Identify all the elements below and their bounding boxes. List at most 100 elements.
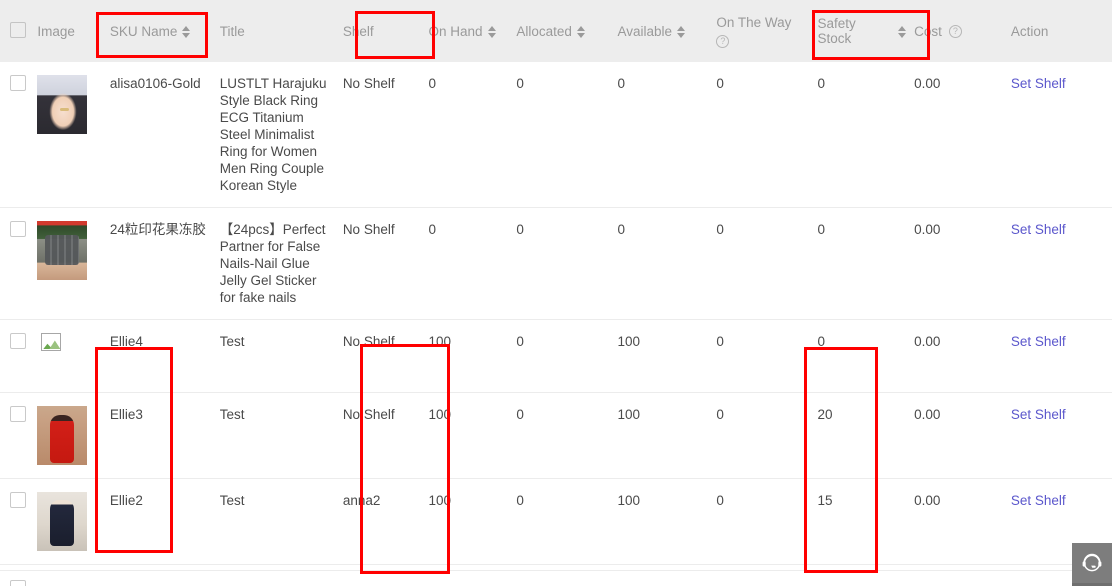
product-thumbnail[interactable]	[37, 221, 88, 280]
sort-icon-available[interactable]	[677, 26, 686, 38]
row-title: 【24pcs】Perfect Partner for False Nails-N…	[219, 207, 343, 320]
set-shelf-link[interactable]: Set Shelf	[1011, 493, 1066, 508]
column-header-allocated[interactable]: Allocated	[516, 0, 618, 62]
sort-icon-safety-stock[interactable]	[898, 26, 907, 38]
row-shelf: No Shelf	[342, 62, 429, 208]
row-available: 0	[617, 62, 717, 208]
row-safety-stock: 20	[817, 392, 915, 479]
row-allocated: 0	[516, 319, 618, 393]
table-row[interactable]: Ellie3 Test No Shelf 100 0 100 0 20 0.00…	[0, 392, 1112, 479]
sort-icon-allocated[interactable]	[576, 26, 585, 38]
column-header-sku-name[interactable]: SKU Name	[109, 0, 220, 62]
row-image-cell	[37, 392, 110, 479]
row-cost: 0.00	[914, 62, 1011, 208]
set-shelf-link[interactable]: Set Shelf	[1011, 222, 1066, 237]
row-select-cell	[0, 478, 38, 565]
table-row[interactable]: Ellie4 Test No Shelf 100 0 100 0 0 0.00 …	[0, 319, 1112, 393]
row-sku-name: Ellie2	[109, 478, 220, 565]
inventory-page: Image SKU Name Title Shelf On Hand Alloc…	[0, 0, 1112, 586]
sort-icon-sku-name[interactable]	[182, 26, 191, 38]
row-image-cell	[37, 478, 110, 565]
set-shelf-link[interactable]: Set Shelf	[1011, 334, 1066, 349]
column-header-available[interactable]: Available	[617, 0, 717, 62]
row-on-hand: 0	[428, 207, 517, 320]
row-image-cell	[37, 207, 110, 320]
row-checkbox[interactable]	[10, 221, 26, 237]
row-select-cell	[0, 319, 38, 393]
set-shelf-link[interactable]: Set Shelf	[1011, 407, 1066, 422]
row-allocated: 0	[516, 62, 618, 208]
row-checkbox[interactable]	[10, 406, 26, 422]
select-all-header	[0, 0, 38, 62]
row-on-hand: 100	[428, 478, 517, 565]
table-body: alisa0106-Gold LUSTLT Harajuku Style Bla…	[0, 62, 1112, 586]
row-select-cell	[0, 207, 38, 320]
row-cost: 0.00	[914, 478, 1011, 565]
row-checkbox[interactable]	[10, 75, 26, 91]
help-icon-cost[interactable]: ?	[948, 24, 962, 38]
row-on-hand: 100	[428, 392, 517, 479]
column-header-on-the-way: On The Way ?	[716, 0, 818, 62]
row-allocated: 0	[516, 392, 618, 479]
row-shelf: No Shelf	[342, 207, 429, 320]
row-title: Test	[219, 478, 343, 565]
row-available: 0	[617, 207, 717, 320]
next-row-checkbox[interactable]	[10, 580, 26, 586]
column-label-safety-stock: Safety Stock	[817, 16, 856, 46]
row-allocated: 0	[516, 207, 618, 320]
product-thumbnail[interactable]	[37, 492, 88, 551]
product-thumbnail[interactable]	[37, 75, 88, 134]
customer-support-button[interactable]	[1072, 543, 1112, 583]
column-label-cost: Cost	[914, 23, 942, 39]
help-icon-on-the-way[interactable]: ?	[716, 34, 730, 48]
row-on-the-way: 0	[716, 62, 818, 208]
table-row[interactable]: alisa0106-Gold LUSTLT Harajuku Style Bla…	[0, 62, 1112, 208]
column-header-safety-stock[interactable]: Safety Stock	[817, 0, 915, 62]
row-shelf: No Shelf	[342, 319, 429, 393]
headset-icon	[1082, 553, 1102, 572]
row-title: LUSTLT Harajuku Style Black Ring ECG Tit…	[219, 62, 343, 208]
row-safety-stock: 0	[817, 207, 915, 320]
column-label-on-the-way: On The Way	[716, 14, 792, 30]
row-select-cell	[0, 392, 38, 479]
row-on-the-way: 0	[716, 319, 818, 393]
row-checkbox[interactable]	[10, 333, 26, 349]
column-label-allocated: Allocated	[516, 23, 572, 39]
table-header: Image SKU Name Title Shelf On Hand Alloc…	[0, 0, 1112, 62]
next-row-divider	[0, 570, 1112, 586]
row-sku-name: Ellie3	[109, 392, 220, 479]
select-all-checkbox[interactable]	[10, 21, 26, 38]
column-label-image: Image	[37, 23, 75, 39]
column-header-cost: Cost ?	[914, 0, 1011, 62]
row-sku-name: 24粒印花果冻胶	[109, 207, 220, 320]
row-cost: 0.00	[914, 207, 1011, 320]
row-shelf: No Shelf	[342, 392, 429, 479]
row-title: Test	[219, 392, 343, 479]
row-allocated: 0	[516, 478, 618, 565]
table-row[interactable]: 24粒印花果冻胶 【24pcs】Perfect Partner for Fals…	[0, 207, 1112, 320]
row-safety-stock: 15	[817, 478, 915, 565]
table-row[interactable]: Ellie2 Test anna2 100 0 100 0 15 0.00 Se…	[0, 478, 1112, 565]
row-on-the-way: 0	[716, 207, 818, 320]
set-shelf-link[interactable]: Set Shelf	[1011, 76, 1066, 91]
row-action-cell: Set Shelf	[1010, 319, 1112, 393]
row-checkbox[interactable]	[10, 492, 26, 508]
column-header-shelf: Shelf	[342, 0, 429, 62]
row-on-the-way: 0	[716, 478, 818, 565]
inventory-table: Image SKU Name Title Shelf On Hand Alloc…	[0, 0, 1112, 586]
table-header-row: Image SKU Name Title Shelf On Hand Alloc…	[0, 0, 1112, 62]
row-on-hand: 100	[428, 319, 517, 393]
column-header-image: Image	[37, 0, 110, 62]
sort-icon-on-hand[interactable]	[487, 26, 496, 38]
row-action-cell: Set Shelf	[1010, 62, 1112, 208]
product-thumbnail[interactable]	[37, 406, 88, 465]
row-on-the-way: 0	[716, 392, 818, 479]
row-available: 100	[617, 319, 717, 393]
row-sku-name: alisa0106-Gold	[109, 62, 220, 208]
row-action-cell: Set Shelf	[1010, 392, 1112, 479]
column-label-available: Available	[617, 23, 673, 39]
column-header-on-hand[interactable]: On Hand	[428, 0, 517, 62]
row-action-cell: Set Shelf	[1010, 207, 1112, 320]
row-available: 100	[617, 392, 717, 479]
column-header-title: Title	[219, 0, 343, 62]
